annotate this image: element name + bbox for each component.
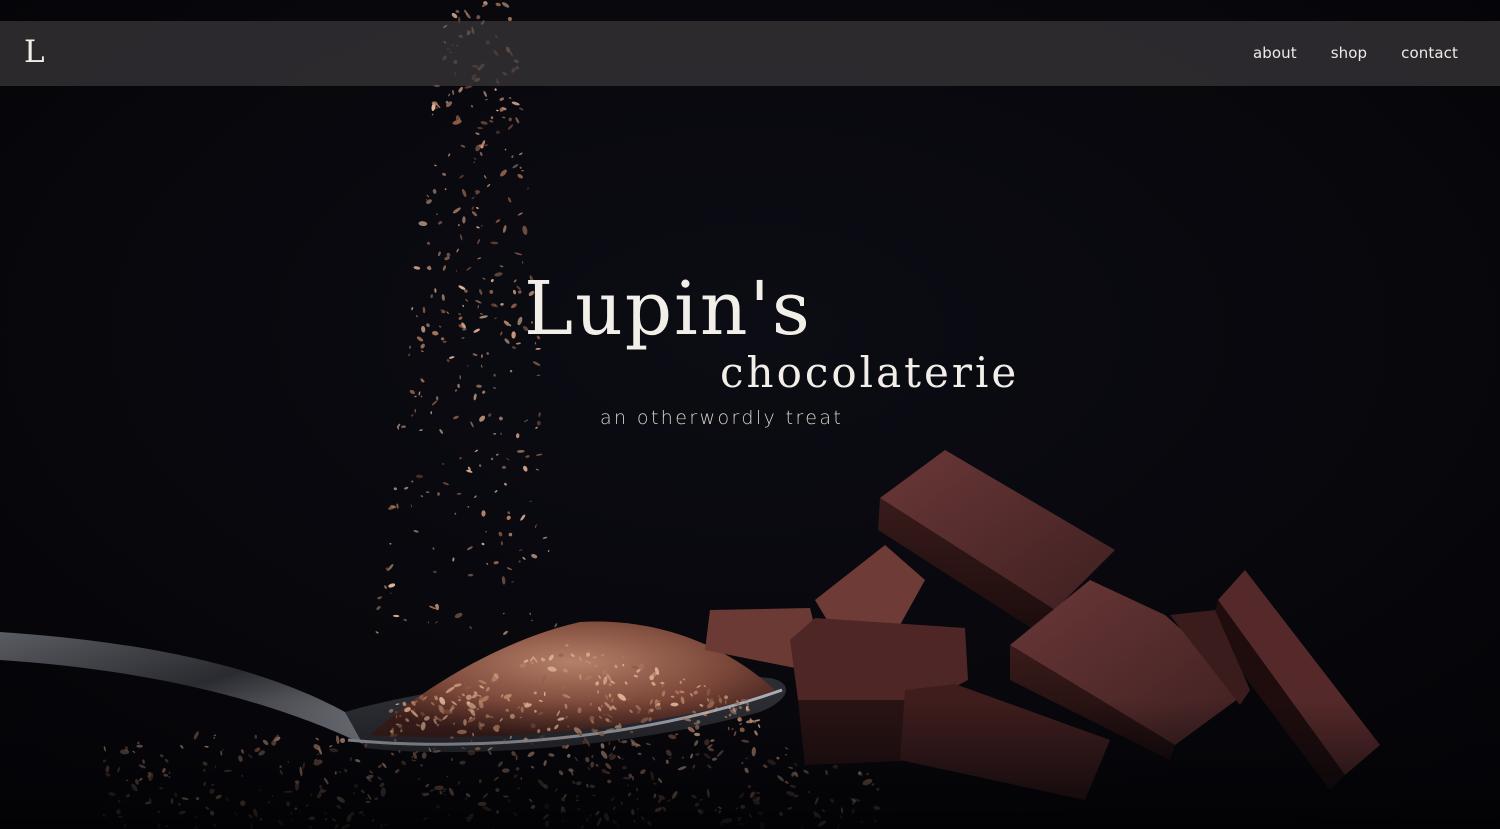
top-navigation-bar: L about shop contact — [0, 21, 1500, 86]
brand-logo[interactable]: L — [24, 33, 45, 71]
nav-link-about[interactable]: about — [1253, 43, 1297, 63]
hero-title: Lupin's — [524, 266, 812, 352]
hero-tagline: an otherwordly treat — [600, 407, 844, 429]
main-nav: about shop contact — [1253, 43, 1458, 63]
hero-subtitle: chocolaterie — [720, 348, 1020, 397]
nav-link-contact[interactable]: contact — [1401, 43, 1458, 63]
nav-link-shop[interactable]: shop — [1331, 43, 1367, 63]
